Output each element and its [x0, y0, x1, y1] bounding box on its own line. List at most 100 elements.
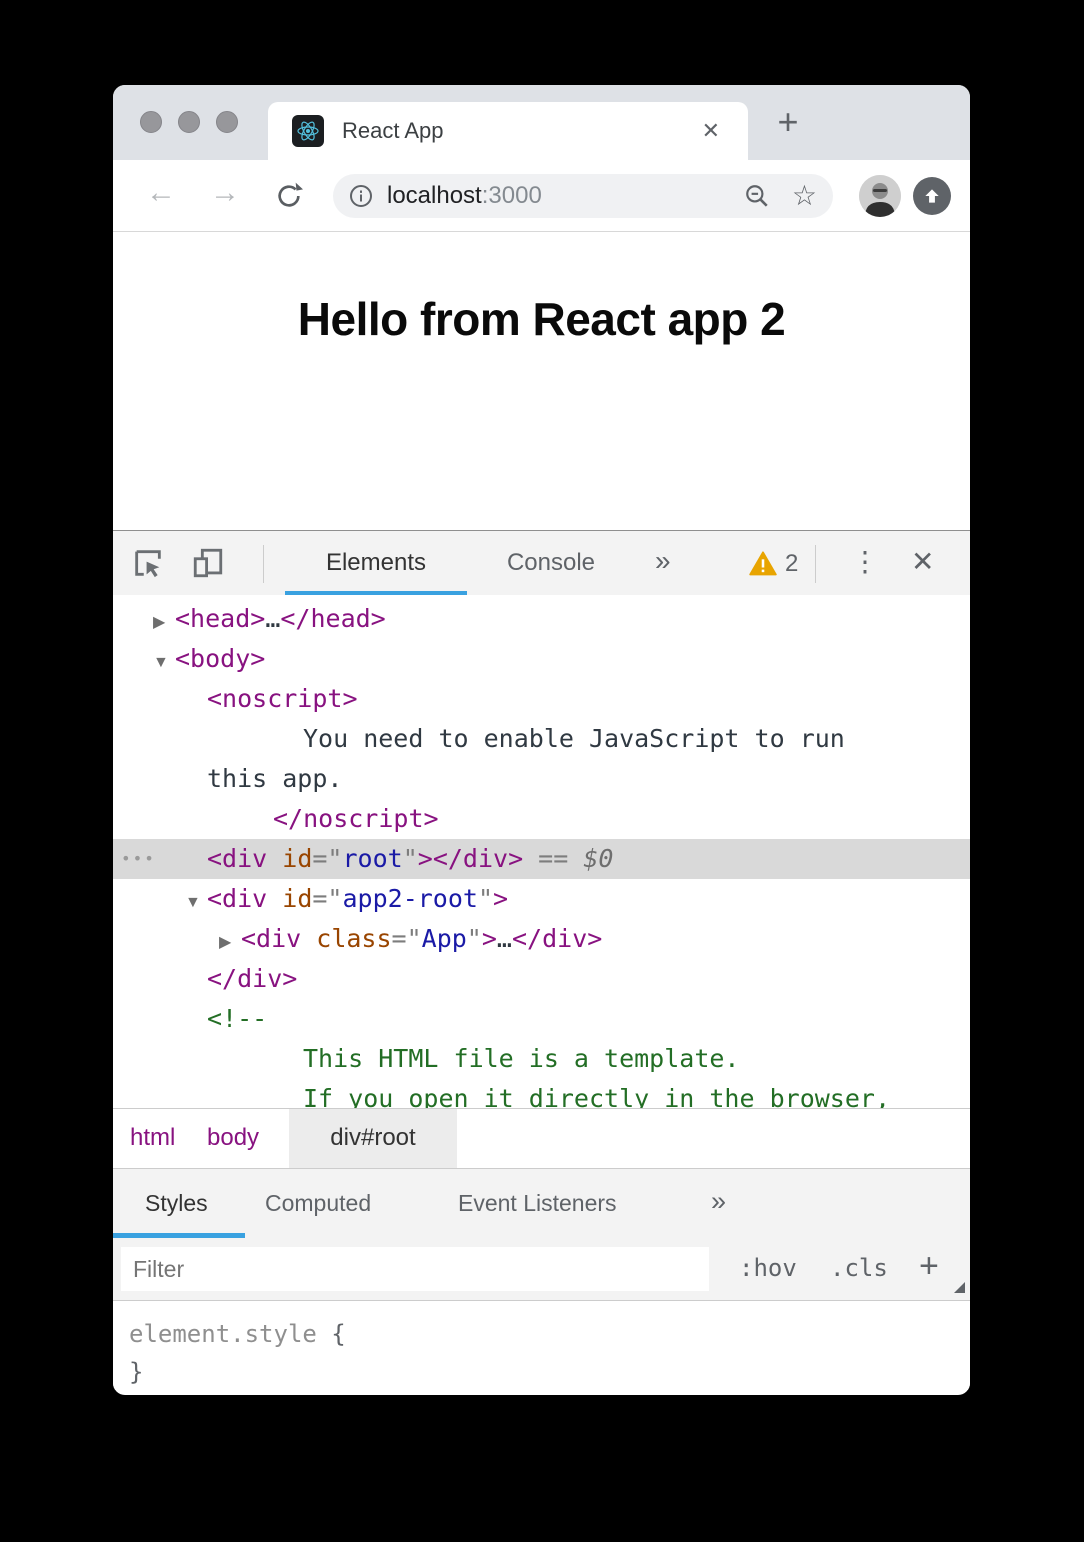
disclosure-arrow-icon[interactable]: ▼: [185, 883, 207, 923]
code-token: >: [493, 884, 508, 913]
tab-strip: React App ✕ +: [113, 85, 970, 160]
style-rule-selector: element.style: [129, 1320, 317, 1348]
code-token: root: [342, 844, 402, 873]
device-toolbar-icon[interactable]: [191, 546, 225, 580]
back-icon[interactable]: ←: [141, 176, 181, 210]
element-style-rule: element.style { }: [113, 1300, 970, 1390]
disclosure-arrow-icon[interactable]: ▶: [153, 603, 175, 643]
dom-tree-row[interactable]: <noscript>: [113, 679, 970, 719]
dom-tree-row[interactable]: </noscript>: [113, 799, 970, 839]
url-port: :3000: [482, 182, 542, 209]
url-host: localhost: [387, 182, 482, 209]
resize-corner-icon: [954, 1282, 965, 1293]
active-tab-underline: [285, 591, 467, 595]
code-token: $0: [583, 844, 613, 873]
zoom-out-icon[interactable]: [744, 183, 770, 209]
styles-filter-bar: :hov .cls +: [113, 1238, 970, 1300]
dom-tree-row[interactable]: </div>: [113, 959, 970, 999]
more-tabs-icon[interactable]: »: [655, 531, 671, 596]
browser-window: React App ✕ + ← →: [113, 85, 970, 1395]
dom-tree-row[interactable]: ▶<head>…</head>: [113, 599, 970, 639]
tab-console[interactable]: Console: [485, 531, 617, 596]
traffic-light-minimize[interactable]: [178, 111, 200, 133]
dom-tree-row[interactable]: ▶<div class="App">…</div>: [113, 919, 970, 959]
browser-tab[interactable]: React App ✕: [268, 102, 748, 160]
breadcrumb-html[interactable]: html: [130, 1109, 175, 1169]
traffic-light-close[interactable]: [140, 111, 162, 133]
row-overflow-dots[interactable]: •••: [121, 839, 156, 879]
devtools-toolbar: Elements Console » 2 ⋮ ✕: [113, 530, 970, 595]
dom-tree-row[interactable]: If you open it directly in the browser,: [113, 1079, 970, 1108]
code-token: =": [312, 844, 342, 873]
code-token: <noscript>: [207, 684, 358, 713]
code-token: </div>: [512, 924, 602, 953]
filter-input[interactable]: [121, 1247, 709, 1291]
code-token: <body>: [175, 644, 265, 673]
traffic-light-zoom[interactable]: [216, 111, 238, 133]
code-token: You need to enable JavaScript to run: [303, 724, 845, 753]
code-token: </head>: [280, 604, 385, 633]
breadcrumb-body[interactable]: body: [207, 1109, 259, 1169]
hover-state-toggle[interactable]: :hov: [739, 1238, 797, 1300]
code-token: ==: [523, 844, 583, 873]
code-token: <!--: [207, 1004, 267, 1033]
new-tab-button[interactable]: +: [765, 99, 811, 145]
code-token: app2-root: [342, 884, 477, 913]
browser-toolbar: ← → localhost:3000: [113, 160, 970, 232]
tab-close-icon[interactable]: ✕: [694, 114, 728, 148]
code-token: App: [422, 924, 467, 953]
url-text[interactable]: localhost:3000: [387, 182, 744, 210]
breadcrumb: html body div#root: [113, 1108, 970, 1168]
code-token: <div: [241, 924, 301, 953]
dom-tree-row[interactable]: <!--: [113, 999, 970, 1039]
warnings-badge[interactable]: 2: [749, 531, 798, 596]
code-token: …: [497, 924, 512, 953]
class-toggle[interactable]: .cls: [830, 1238, 888, 1300]
devtools-close-icon[interactable]: ✕: [911, 531, 934, 596]
dom-tree-row[interactable]: ▼<div id="app2-root">: [113, 879, 970, 919]
warning-count: 2: [785, 550, 798, 578]
new-style-rule-button[interactable]: +: [919, 1238, 939, 1300]
tab-computed[interactable]: Computed: [265, 1169, 371, 1239]
tab-event-listeners[interactable]: Event Listeners: [458, 1169, 617, 1239]
divider: [815, 545, 816, 583]
disclosure-arrow-icon[interactable]: ▼: [153, 643, 175, 683]
code-token: >: [482, 924, 497, 953]
info-icon[interactable]: [349, 184, 373, 208]
dom-tree: ▶<head>…</head>▼<body><noscript>You need…: [113, 595, 970, 1108]
breadcrumb-div-root[interactable]: div#root: [289, 1109, 457, 1169]
code-token: </noscript>: [273, 804, 439, 833]
code-token: <head>: [175, 604, 265, 633]
page-heading: Hello from React app 2: [113, 232, 970, 346]
tab-title: React App: [342, 118, 694, 144]
code-token: id: [267, 844, 312, 873]
code-token: ": [403, 844, 418, 873]
dom-tree-row-selected[interactable]: ••• <div id="root"></div> == $0: [113, 839, 970, 879]
tab-styles[interactable]: Styles: [145, 1169, 208, 1239]
devtools-menu-icon[interactable]: ⋮: [851, 531, 879, 596]
bookmark-star-icon[interactable]: ☆: [792, 182, 817, 210]
code-token: <div: [207, 844, 267, 873]
dom-tree-row[interactable]: this app.: [113, 759, 970, 799]
disclosure-arrow-icon[interactable]: ▶: [219, 923, 241, 963]
inspect-element-icon[interactable]: [131, 546, 165, 580]
reload-icon[interactable]: [273, 180, 305, 212]
forward-icon[interactable]: →: [205, 176, 245, 210]
code-token: This HTML file is a template.: [303, 1044, 740, 1073]
code-token: ></div>: [418, 844, 523, 873]
code-token: ": [467, 924, 482, 953]
react-favicon-icon: [292, 115, 324, 147]
screenshot-stage: React App ✕ + ← →: [0, 0, 1084, 1542]
open-brace: {: [317, 1320, 346, 1348]
tab-elements[interactable]: Elements: [285, 531, 467, 596]
dom-tree-row[interactable]: ▼<body>: [113, 639, 970, 679]
dom-tree-row[interactable]: You need to enable JavaScript to run: [113, 719, 970, 759]
dom-tree-row[interactable]: This HTML file is a template.: [113, 1039, 970, 1079]
profile-avatar[interactable]: [859, 175, 901, 217]
close-brace: }: [129, 1358, 143, 1386]
code-token: …: [265, 604, 280, 633]
browser-update-button[interactable]: [913, 177, 951, 215]
url-bar[interactable]: localhost:3000 ☆: [333, 174, 833, 218]
code-token: <div: [207, 884, 267, 913]
more-sidebar-tabs-icon[interactable]: »: [711, 1169, 726, 1239]
